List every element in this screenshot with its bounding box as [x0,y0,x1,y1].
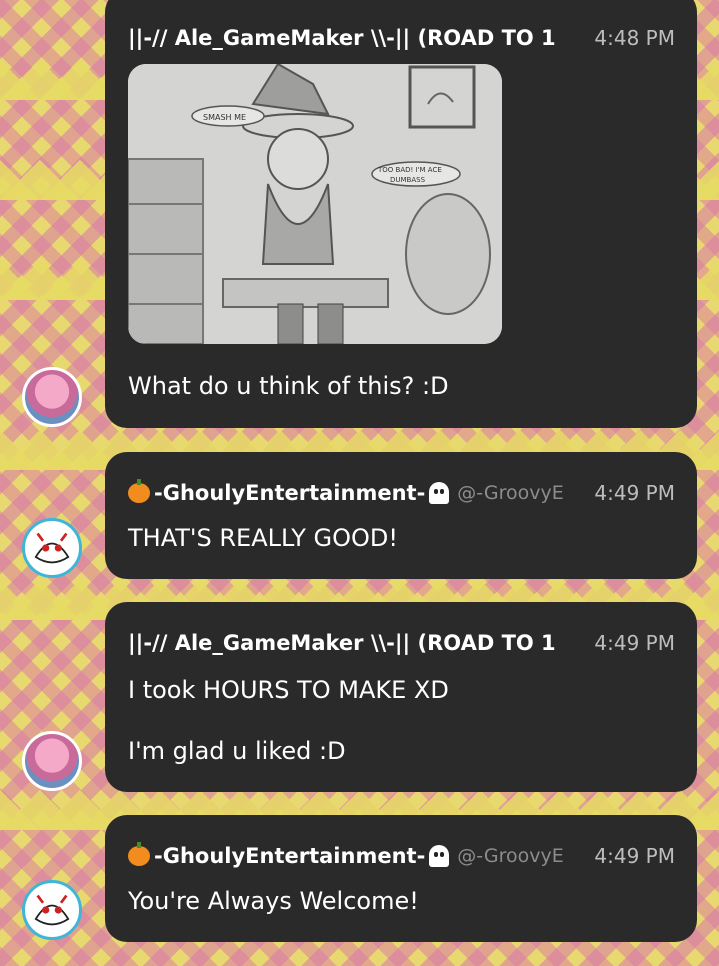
timestamp: 4:49 PM [594,481,675,505]
author-name[interactable]: ||-// Ale_GameMaker \\-|| (ROAD TO 1 [128,631,556,655]
avatar-image [26,884,78,936]
avatar-image [26,522,78,574]
ghost-icon [429,845,450,867]
message-header: -GhoulyEntertainment- @-GroovyE 4:49 PM [128,478,675,508]
author-name[interactable]: -GhoulyEntertainment- [154,481,425,505]
message-text: THAT'S REALLY GOOD! [128,524,398,552]
user-avatar[interactable] [22,367,82,427]
pumpkin-icon [128,842,150,866]
message-header: ||-// Ale_GameMaker \\-|| (ROAD TO 1 4:4… [128,628,675,658]
timestamp: 4:49 PM [594,631,675,655]
user-avatar[interactable] [22,518,82,578]
svg-text:SMASH ME: SMASH ME [203,113,246,122]
svg-text:TOO BAD! I'M ACE: TOO BAD! I'M ACE [377,166,442,174]
pencil-drawing-image: SMASH ME TOO BAD! I'M ACE DUMBASS [128,64,502,344]
author-handle: @-GroovyE [457,845,564,867]
timestamp: 4:49 PM [594,844,675,868]
message-bubble[interactable]: ||-// Ale_GameMaker \\-|| (ROAD TO 1 4:4… [105,0,697,428]
image-attachment[interactable]: SMASH ME TOO BAD! I'M ACE DUMBASS [128,64,502,344]
message-bubble[interactable]: ||-// Ale_GameMaker \\-|| (ROAD TO 1 4:4… [105,602,697,792]
message-text: I'm glad u liked :D [128,737,346,765]
message-bubble[interactable]: -GhoulyEntertainment- @-GroovyE 4:49 PM … [105,815,697,942]
ghost-icon [429,482,450,504]
pumpkin-icon [128,479,150,503]
message-text: What do u think of this? :D [128,372,449,400]
message-header: -GhoulyEntertainment- @-GroovyE 4:49 PM [128,841,675,871]
user-avatar[interactable] [22,880,82,940]
message-header: ||-// Ale_GameMaker \\-|| (ROAD TO 1 4:4… [128,23,675,53]
message-text: I took HOURS TO MAKE XD [128,676,449,704]
message-bubble[interactable]: -GhoulyEntertainment- @-GroovyE 4:49 PM … [105,452,697,579]
author-handle: @-GroovyE [457,482,564,504]
timestamp: 4:48 PM [594,26,675,50]
message-text: You're Always Welcome! [128,887,419,915]
author-name[interactable]: ||-// Ale_GameMaker \\-|| (ROAD TO 1 [128,26,556,50]
svg-text:DUMBASS: DUMBASS [390,176,426,184]
author-name[interactable]: -GhoulyEntertainment- [154,844,425,868]
user-avatar[interactable] [22,731,82,791]
